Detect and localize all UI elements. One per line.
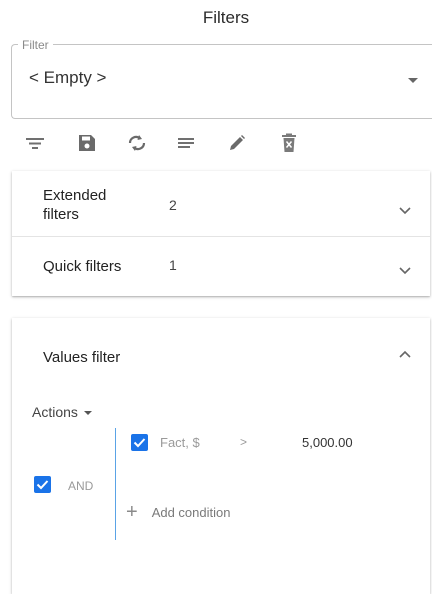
- filter-panels: Extended filters 2 Quick filters 1: [12, 171, 430, 296]
- extended-filters-count: 2: [169, 197, 177, 213]
- values-filter-header[interactable]: Values filter: [12, 318, 430, 394]
- quick-filters-count: 1: [169, 257, 177, 273]
- quick-filters-label: Quick filters: [43, 258, 122, 275]
- quick-filters-panel[interactable]: Quick filters 1: [12, 237, 430, 296]
- condition-checkbox[interactable]: [131, 434, 148, 451]
- page-title: Filters: [202, 8, 250, 27]
- delete-icon[interactable]: [276, 130, 302, 156]
- add-condition-button[interactable]: + Add condition: [126, 501, 231, 523]
- chevron-up-icon[interactable]: [398, 348, 412, 362]
- edit-icon[interactable]: [224, 130, 250, 156]
- values-filter-panel: Values filter Actions AND Fact, $ > 5,00…: [12, 318, 430, 594]
- refresh-icon[interactable]: [124, 130, 150, 156]
- condition-field[interactable]: Fact, $: [160, 435, 200, 450]
- plus-icon: +: [126, 501, 138, 523]
- group-operator-label: AND: [68, 479, 94, 493]
- actions-dropdown[interactable]: Actions: [32, 404, 92, 420]
- add-condition-label: Add condition: [151, 504, 231, 520]
- lines-icon[interactable]: [173, 130, 199, 156]
- group-connector-line: [115, 428, 116, 540]
- extended-filters-panel[interactable]: Extended filters 2: [12, 171, 430, 237]
- check-icon: [36, 480, 49, 490]
- values-filter-title: Values filter: [43, 349, 121, 366]
- chevron-down-icon[interactable]: [408, 78, 418, 83]
- group-checkbox[interactable]: [34, 476, 51, 493]
- actions-label: Actions: [32, 404, 78, 420]
- condition-value[interactable]: 5,000.00: [302, 435, 353, 450]
- save-icon[interactable]: [74, 130, 100, 156]
- filter-select-legend: Filter: [18, 38, 53, 52]
- extended-filters-label: Extended filters: [43, 187, 107, 223]
- chevron-down-icon[interactable]: [398, 263, 412, 277]
- filter-select-value[interactable]: < Empty >: [29, 68, 106, 88]
- condition-operator[interactable]: >: [240, 435, 247, 449]
- filter-list-icon[interactable]: [22, 130, 48, 156]
- check-icon: [133, 438, 146, 448]
- caret-down-icon: [83, 411, 92, 416]
- chevron-down-icon[interactable]: [398, 203, 412, 217]
